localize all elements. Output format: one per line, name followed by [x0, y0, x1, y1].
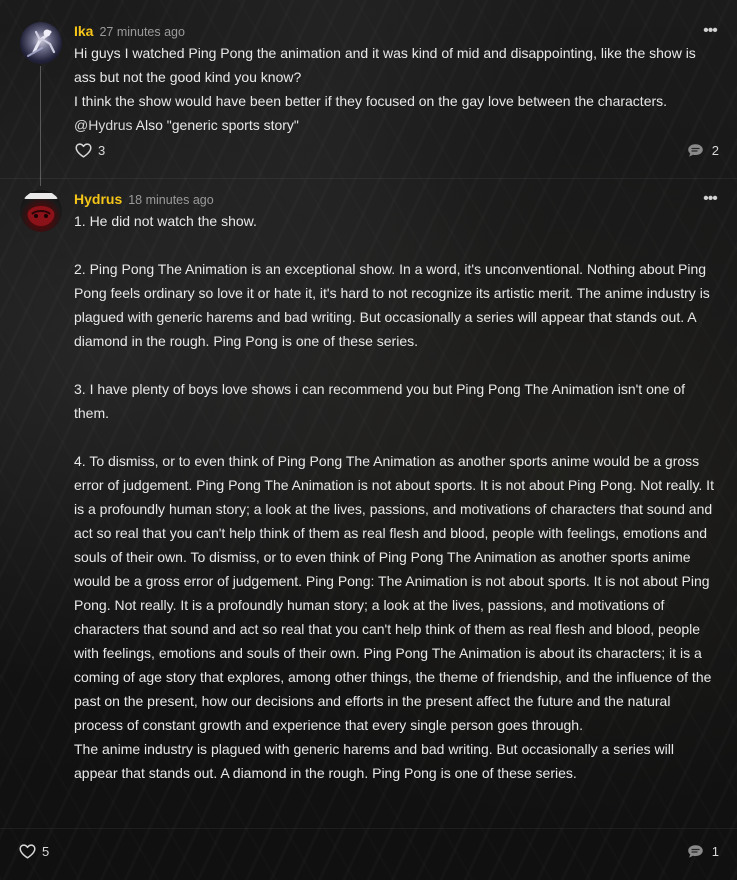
comment-paragraph: The anime industry is plagued with gener…	[74, 741, 674, 781]
timestamp: 18 minutes ago	[128, 193, 214, 207]
comment-paragraph: 1. He did not watch the show.	[74, 213, 257, 229]
username[interactable]: Hydrus	[74, 191, 122, 207]
comment-hydrus: Hydrus 18 minutes ago ••• 1. He did not w…	[0, 178, 737, 880]
comment-thread-page: Ika 27 minutes ago ••• Hi guys I watched …	[0, 0, 737, 880]
comment-paragraph: 2. Ping Pong The Animation is an excepti…	[74, 261, 710, 349]
comment-text: I think the show would have been better …	[74, 93, 668, 109]
comment-ika: Ika 27 minutes ago ••• Hi guys I watched …	[0, 0, 737, 186]
comment-header: Hydrus 18 minutes ago	[74, 191, 214, 208]
more-options-button[interactable]: •••	[703, 23, 718, 40]
avatar-skater-icon	[27, 29, 56, 57]
reply-count: 1	[711, 843, 719, 859]
comment-paragraph: 3. I have plenty of boys love shows i ca…	[74, 381, 685, 421]
comment-body: Hi guys I watched Ping Pong the animatio…	[74, 41, 714, 137]
timestamp: 27 minutes ago	[99, 25, 185, 39]
comment-text: @Hydrus Also "generic sports story"	[74, 113, 714, 137]
comment-actions: 3 2	[0, 140, 737, 160]
comment-paragraph: 4. To dismiss, or to even think of Ping …	[74, 453, 714, 733]
like-count: 5	[42, 843, 50, 859]
heart-outline-icon	[19, 843, 36, 859]
replies-button[interactable]: 2	[687, 140, 719, 160]
comment-header: Ika 27 minutes ago	[74, 23, 185, 40]
like-count: 3	[98, 142, 106, 158]
speech-bubble-icon	[687, 844, 704, 859]
comment-actions: 5 1	[0, 841, 737, 861]
speech-bubble-icon	[687, 143, 704, 158]
heart-outline-icon	[75, 142, 92, 158]
comment-divider	[0, 828, 737, 829]
like-button[interactable]: 5	[19, 841, 49, 861]
replies-button[interactable]: 1	[687, 841, 719, 861]
user-mention-link[interactable]: @Hydrus	[74, 117, 133, 133]
avatar-ika[interactable]	[20, 22, 62, 64]
reply-count: 2	[711, 142, 719, 158]
comment-body: 1. He did not watch the show. 2. Ping Po…	[74, 209, 714, 785]
comment-text: Hi guys I watched Ping Pong the animatio…	[74, 45, 696, 85]
like-button[interactable]: 3	[75, 140, 105, 160]
avatar-hydrus[interactable]	[20, 190, 62, 232]
avatar-dark-figure-icon	[24, 193, 58, 226]
thread-connector-line	[40, 66, 41, 186]
username[interactable]: Ika	[74, 23, 93, 39]
more-options-button[interactable]: •••	[703, 191, 718, 208]
comment-text-fragment: Also "generic sports story"	[132, 117, 299, 133]
